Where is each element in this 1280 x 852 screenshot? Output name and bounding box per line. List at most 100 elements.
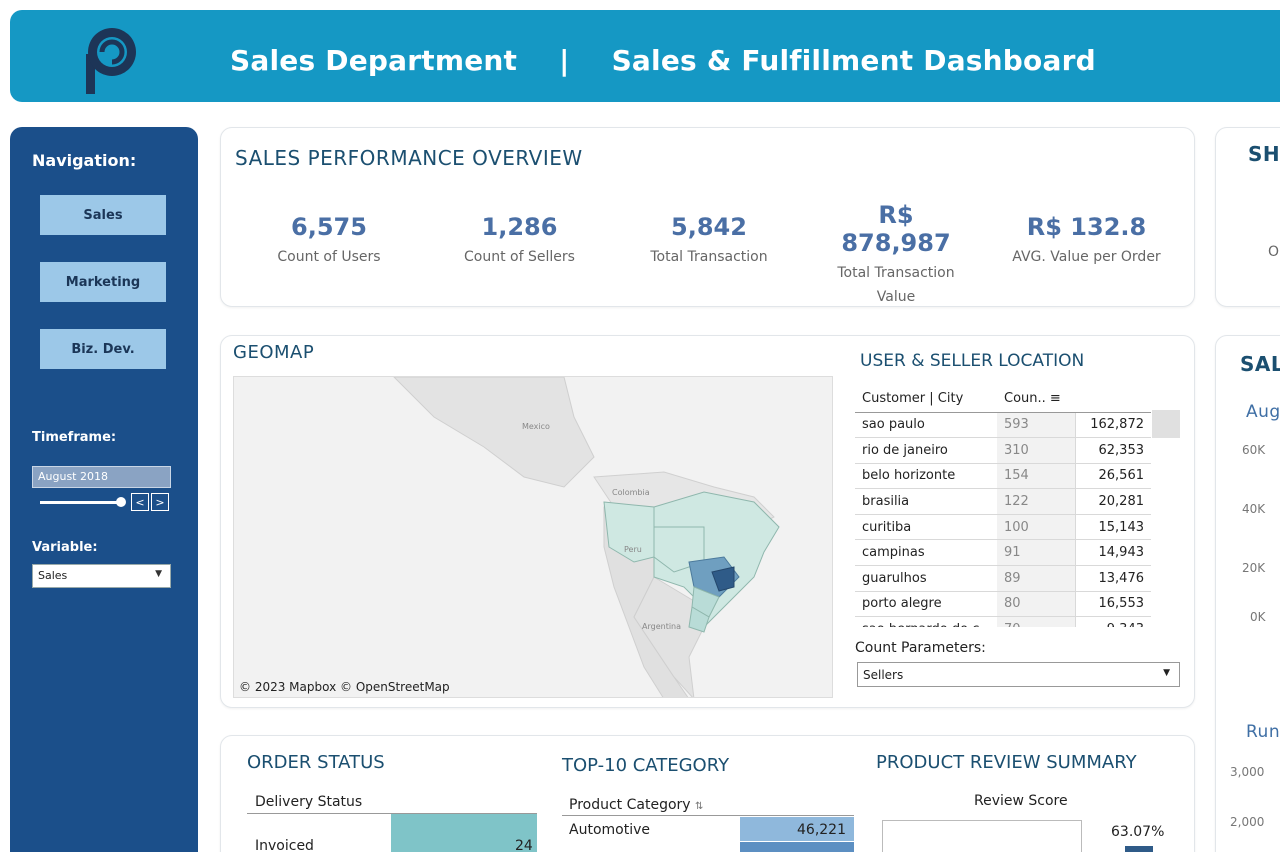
review-score-header: Review Score (974, 793, 1068, 809)
chevron-right-icon: > (155, 495, 165, 509)
table-row[interactable]: brasilia 122 20,281 (855, 488, 1151, 515)
variable-label: Variable: (32, 540, 98, 555)
shipping-title: SH (1248, 142, 1280, 166)
y-tick-60k: 60K (1242, 443, 1266, 457)
timeframe-field[interactable]: August 2018 (32, 466, 171, 488)
kpi-users-label: Count of Users (277, 249, 381, 265)
timeframe-slider-track[interactable] (40, 501, 120, 504)
y-tick-0k: 0K (1250, 610, 1266, 624)
kpi-transactions-value: 5,842 (671, 213, 747, 241)
kpi-sellers-value: 1,286 (481, 213, 558, 241)
y-tick-20k: 20K (1242, 561, 1266, 575)
cell-value: 9,343 (1074, 616, 1151, 627)
review-score-box (882, 820, 1082, 852)
count-parameter-select[interactable]: Sellers ▼ (857, 662, 1180, 687)
col-count[interactable]: Coun.. ≡ (997, 385, 1075, 413)
table-row[interactable]: belo horizonte 154 26,561 (855, 463, 1151, 490)
delivery-status-header: Delivery Status (255, 794, 363, 810)
table-scrollbar[interactable] (1152, 410, 1180, 438)
sales-trend-card: SAL Aug 60K 40K 20K 0K Run 3,000 2,000 (1215, 335, 1280, 852)
geomap-map[interactable]: Mexico Colombia Peru Argentina © 2023 Ma… (233, 376, 833, 698)
divider (562, 815, 854, 816)
cell-city: belo horizonte (855, 463, 997, 490)
south-america-map: Mexico Colombia Peru Argentina (393, 377, 780, 697)
review-summary-title: PRODUCT REVIEW SUMMARY (876, 752, 1137, 773)
nav-button-marketing[interactable]: Marketing (40, 262, 166, 302)
kpi-avg-order-label: AVG. Value per Order (1012, 249, 1161, 265)
nav-button-sales[interactable]: Sales (40, 195, 166, 235)
cell-value: 14,943 (1074, 539, 1151, 567)
sales-trend-month: Aug (1246, 402, 1280, 422)
cell-city: campinas (855, 539, 997, 567)
cell-value: 16,553 (1074, 591, 1151, 618)
kpi-avg-order: R$ 132.8 AVG. Value per Order (999, 213, 1174, 269)
table-row[interactable]: curitiba 100 15,143 (855, 514, 1151, 541)
kpi-sellers: 1,286 Count of Sellers (447, 213, 592, 269)
kpi-users: 6,575 Count of Users (259, 213, 399, 269)
map-label-argentina: Argentina (642, 622, 681, 631)
nav-heading: Navigation: (32, 151, 137, 170)
cell-count: 80 (997, 591, 1075, 618)
kpi-transaction-value-label: Total Transaction Value (837, 265, 955, 305)
map-label-peru: Peru (624, 545, 642, 554)
variable-select-value: Sales (38, 569, 68, 582)
y-tick-40k: 40K (1242, 502, 1266, 516)
category-bar-2[interactable] (740, 842, 854, 852)
cell-value: 13,476 (1074, 565, 1151, 592)
overview-title: SALES PERFORMANCE OVERVIEW (235, 146, 583, 170)
invoiced-label: Invoiced (255, 838, 314, 852)
chevron-left-icon: < (135, 495, 145, 509)
kpi-transaction-value: R$ 878,987 Total Transaction Value (821, 201, 971, 309)
header-title: Sales Department | Sales & Fulfillment Das… (230, 44, 1096, 77)
table-row[interactable]: guarulhos 89 13,476 (855, 565, 1151, 592)
cell-count: 91 (997, 539, 1075, 567)
count-parameter-label: Count Parameters: (855, 640, 986, 656)
company-logo-icon (86, 28, 136, 94)
automotive-label: Automotive (569, 822, 650, 838)
cell-value: 15,143 (1074, 514, 1151, 541)
location-table[interactable]: Customer | City Coun.. ≡ sao paulo 593 162… (855, 385, 1181, 627)
kpi-avg-order-value: R$ 132.8 (1026, 213, 1147, 241)
caret-down-icon: ▼ (155, 569, 162, 579)
table-row[interactable]: sao paulo 593 162,872 (855, 412, 1151, 439)
dashboard-root: Sales Department | Sales & Fulfillment Das… (0, 0, 1280, 852)
header-separator: | (559, 44, 570, 77)
location-title: USER & SELLER LOCATION (860, 351, 1085, 371)
table-row[interactable]: campinas 91 14,943 (855, 539, 1151, 567)
invoiced-value: 24 (515, 838, 533, 852)
table-row[interactable]: porto alegre 80 16,553 (855, 591, 1151, 618)
cell-city: curitiba (855, 514, 997, 541)
table-row[interactable]: rio de janeiro 310 62,353 (855, 437, 1151, 464)
count-parameter-value: Sellers (863, 668, 904, 682)
cell-value: 62,353 (1074, 437, 1151, 464)
table-row[interactable]: sao bernardo do c..709,343 (855, 616, 1151, 627)
prev-period-button[interactable]: < (131, 493, 149, 511)
department-title: Sales Department (230, 44, 518, 77)
col-customer-city[interactable]: Customer | City (855, 385, 997, 413)
header-banner: Sales Department | Sales & Fulfillment Das… (10, 10, 1280, 102)
cell-city: porto alegre (855, 591, 997, 618)
cell-city: sao paulo (855, 412, 997, 439)
cell-count: 89 (997, 565, 1075, 592)
cell-count: 593 (997, 412, 1075, 439)
col-count-label: Coun.. (1004, 390, 1046, 406)
overview-card: SALES PERFORMANCE OVERVIEW 6,575 Count o… (220, 127, 1195, 307)
cell-city: sao bernardo do c.. (855, 616, 997, 627)
timeframe-slider-handle[interactable] (116, 497, 126, 507)
run-tick-3000: 3,000 (1230, 765, 1265, 779)
sort-icon[interactable]: ⇅ (695, 801, 703, 812)
nav-button-biz-dev[interactable]: Biz. Dev. (40, 329, 166, 369)
caret-down-icon: ▼ (1163, 668, 1170, 678)
running-title: Run (1246, 722, 1280, 742)
next-period-button[interactable]: > (151, 493, 169, 511)
cell-count: 70 (997, 616, 1075, 627)
product-category-label: Product Category (569, 797, 691, 813)
sort-icon[interactable]: ≡ (1050, 391, 1061, 406)
sales-trend-title: SAL (1240, 352, 1280, 376)
dashboard-title: Sales & Fulfillment Dashboard (611, 44, 1096, 77)
kpi-transactions: 5,842 Total Transaction (634, 213, 784, 269)
variable-select[interactable]: Sales ▼ (32, 564, 171, 588)
geomap-title: GEOMAP (233, 342, 315, 363)
col-value (1075, 385, 1151, 413)
review-bar[interactable] (1125, 846, 1153, 852)
